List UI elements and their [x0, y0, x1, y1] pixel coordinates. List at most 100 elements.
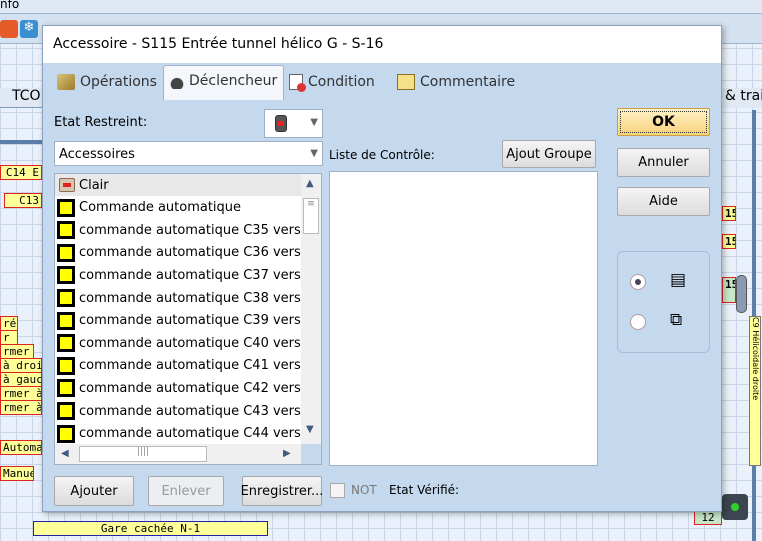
yellow-square-icon — [57, 356, 75, 375]
list-item-label: commande automatique C36 vers por — [79, 245, 301, 261]
gare-label: Gare cachée N-1 — [33, 521, 268, 536]
scroll-thumb[interactable]: |||| — [79, 446, 207, 462]
list-item[interactable]: commande automatique C35 vers por — [57, 219, 301, 241]
list-view-icon: ▤ — [670, 270, 687, 290]
tab-operations[interactable]: Opérations — [51, 67, 163, 99]
list-item[interactable]: commande automatique C41 vers por — [57, 355, 301, 377]
tab-label: Déclencheur — [189, 73, 278, 89]
list-item[interactable]: commande automatique C42 vers por — [57, 377, 301, 399]
chevron-down-icon: ▼ — [310, 117, 318, 128]
scroll-right-icon[interactable]: ▶ — [283, 448, 291, 459]
yellow-square-icon — [57, 402, 75, 420]
list-item-label: commande automatique C42 vers por — [79, 380, 301, 396]
list-item-label: commande automatique C39 vers por — [79, 313, 301, 329]
list-item-label: commande automatique C38 vers por — [79, 290, 301, 306]
list-item[interactable]: commande automatique C43 vers por — [57, 400, 301, 422]
yellow-square-icon — [57, 221, 75, 240]
track-label: rmer à c — [0, 386, 42, 401]
scroll-left-icon[interactable]: ◀ — [61, 448, 69, 459]
add-group-button[interactable]: Ajout Groupe — [502, 140, 596, 168]
not-checkbox[interactable] — [330, 483, 345, 498]
vertical-label: C9 Hélicoïdale droite — [749, 316, 761, 466]
dialog-title: Accessoire - S115 Entrée tunnel hélico G… — [43, 26, 721, 63]
tab-commentaire[interactable]: Commentaire — [391, 67, 521, 99]
scroll-up-icon[interactable]: ▲ — [306, 178, 314, 189]
tab-condition[interactable]: Condition — [283, 67, 381, 99]
yellow-square-icon — [57, 243, 75, 262]
cancel-button[interactable]: Annuler — [617, 148, 710, 177]
snowflake-icon[interactable]: ❄ — [20, 20, 38, 38]
ok-button[interactable]: OK — [617, 108, 710, 136]
power-icon[interactable] — [0, 20, 18, 38]
yellow-square-icon — [57, 424, 75, 443]
category-select[interactable]: Accessoires ▼ — [54, 141, 323, 166]
list-item-label: commande automatique C44 vers por — [79, 426, 301, 442]
block-number: 15 — [722, 234, 736, 249]
list-item[interactable]: commande automatique C44 vers por — [57, 423, 301, 445]
track-label: r — [0, 330, 18, 345]
scroll-down-icon[interactable]: ▼ — [306, 424, 314, 435]
track-label: rée — [0, 316, 18, 331]
track-label: rmer à c — [0, 400, 42, 415]
list-view-radio[interactable] — [630, 274, 646, 290]
list-item[interactable]: commande automatique C36 vers por — [57, 242, 301, 264]
list-item[interactable]: Commande automatique — [57, 197, 301, 219]
list-item[interactable]: commande automatique C37 vers por — [57, 264, 301, 286]
yellow-square-icon — [57, 289, 75, 307]
red-signal-icon — [59, 178, 75, 192]
signal-icon[interactable] — [736, 275, 747, 313]
track-label: Automati — [0, 440, 42, 455]
track-label: C13 — [4, 193, 42, 208]
operations-icon — [57, 74, 75, 90]
menu-info[interactable]: nfo — [0, 0, 19, 11]
horizontal-scrollbar[interactable]: ◀ |||| ▶ — [55, 444, 301, 464]
track — [0, 140, 42, 144]
list-item[interactable]: commande automatique C38 vers por — [57, 287, 301, 309]
track-label: Manuel — [0, 466, 34, 481]
yellow-square-icon — [57, 266, 75, 285]
scroll-corner — [301, 444, 321, 464]
yellow-square-icon — [57, 379, 75, 398]
block-number: 15 — [722, 277, 736, 303]
tco-label: TCO — [12, 88, 41, 104]
verified-state-label: Etat Vérifié: — [389, 483, 460, 497]
yellow-square-icon — [57, 334, 75, 353]
add-button[interactable]: Ajouter — [54, 476, 134, 506]
track-tab-label: & trai — [723, 88, 762, 108]
comment-icon — [397, 74, 415, 90]
menu-bar: nfo — [0, 0, 762, 14]
red-signal-icon — [275, 115, 287, 132]
group-view-radio[interactable] — [630, 314, 646, 330]
block-number: 12 — [694, 510, 722, 525]
list-item-label: commande automatique C41 vers por — [79, 358, 301, 374]
vertical-scrollbar[interactable]: ▲ ≡ ▼ — [301, 174, 321, 444]
view-options-group: ▤ ⧉ — [617, 251, 710, 353]
list-item-label: Commande automatique — [79, 200, 242, 216]
remove-button: Enlever — [148, 476, 224, 506]
save-button[interactable]: Enregistrer... — [241, 476, 323, 506]
yellow-square-icon — [57, 198, 75, 217]
tab-label: Condition — [308, 74, 375, 90]
group-view-icon: ⧉ — [670, 310, 683, 330]
track-label: C14 E — [0, 165, 42, 180]
list-item[interactable]: Clair — [57, 174, 301, 196]
list-item[interactable]: commande automatique C39 vers por — [57, 310, 301, 332]
control-list-label: Liste de Contrôle: — [329, 148, 435, 162]
control-list[interactable] — [329, 171, 598, 466]
tab-label: Commentaire — [420, 74, 516, 90]
list-item-label: Clair — [79, 177, 109, 193]
trigger-icon — [170, 73, 184, 89]
help-button[interactable]: Aide — [617, 187, 710, 216]
etat-restreint-select[interactable]: ▼ — [264, 109, 323, 138]
track-label: rmer — [0, 344, 34, 359]
list-item-label: commande automatique C35 vers por — [79, 222, 301, 238]
trigger-list[interactable]: ▲ ≡ ▼ ◀ |||| ▶ Clair Commande automatique… — [54, 173, 322, 465]
tco-tab[interactable]: TCO — [0, 88, 42, 108]
not-label: NOT — [351, 483, 377, 497]
list-item[interactable]: commande automatique C40 vers por — [57, 332, 301, 354]
track-label: à gauch — [0, 372, 42, 387]
tab-declencheur[interactable]: Déclencheur — [163, 65, 285, 100]
track-label: à droite — [0, 358, 42, 373]
green-signal-icon[interactable] — [722, 494, 748, 520]
scroll-thumb[interactable]: ≡ — [303, 198, 319, 234]
